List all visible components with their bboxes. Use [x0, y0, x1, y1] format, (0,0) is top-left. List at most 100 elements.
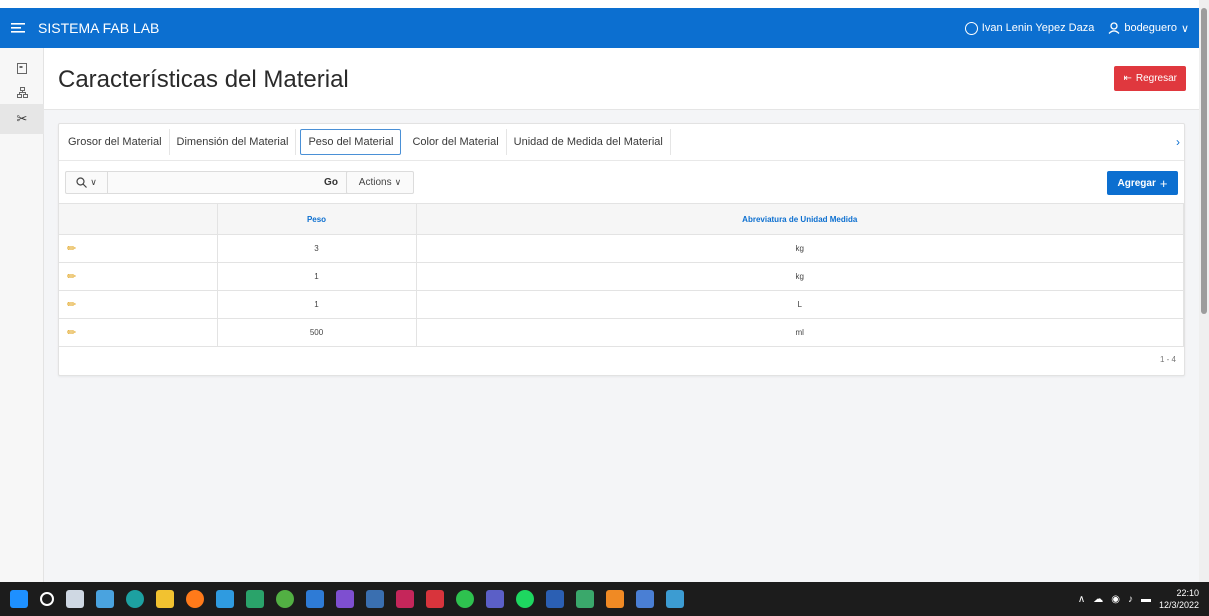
- actions-label: Actions: [358, 177, 392, 188]
- file-explorer-icon[interactable]: [156, 590, 174, 608]
- chevron-down-icon: ∨: [1180, 22, 1189, 35]
- scrollbar-thumb[interactable]: [1201, 8, 1207, 314]
- clock[interactable]: 22:10 12/3/2022: [1159, 587, 1199, 611]
- task-view-icon[interactable]: [66, 590, 84, 608]
- unidad-cell: ml: [416, 318, 1184, 347]
- tab-unidad-medida[interactable]: Unidad de Medida del Material: [507, 129, 671, 155]
- virtualbox-icon[interactable]: [366, 590, 384, 608]
- wifi-icon[interactable]: ◉: [1111, 594, 1120, 605]
- chevron-down-icon: ∨: [90, 177, 97, 187]
- user-full-name[interactable]: Ivan Lenin Yepez Daza: [964, 21, 1095, 35]
- app-red-icon[interactable]: [426, 590, 444, 608]
- table-row: ✏ 1 L: [59, 290, 1184, 319]
- go-button[interactable]: Go: [316, 171, 346, 194]
- actions-menu-button[interactable]: Actions ∨: [346, 171, 414, 194]
- app-icon[interactable]: [246, 590, 264, 608]
- illustrator-icon[interactable]: [396, 590, 414, 608]
- volume-icon[interactable]: ♪: [1128, 594, 1133, 605]
- user-circle-icon: [964, 21, 978, 35]
- vscode-icon[interactable]: [306, 590, 324, 608]
- tab-bar: Grosor del Material Dimensión del Materi…: [59, 124, 1184, 161]
- chevron-right-icon[interactable]: ›: [1176, 135, 1180, 149]
- sidebar-item-network[interactable]: [0, 80, 44, 104]
- username-label: bodeguero: [1124, 22, 1177, 34]
- battery-icon[interactable]: ▬: [1141, 594, 1151, 605]
- table-row: ✏ 500 ml: [59, 318, 1184, 347]
- cloud-icon[interactable]: ☁: [1093, 594, 1103, 605]
- table-row: ✏ 3 kg: [59, 234, 1184, 263]
- user-menu[interactable]: bodeguero ∨: [1108, 22, 1189, 35]
- unidad-cell: kg: [416, 262, 1184, 291]
- page-icon: [17, 62, 27, 74]
- unidad-cell: kg: [416, 234, 1184, 263]
- peso-cell: 1: [217, 290, 417, 319]
- widgets-icon[interactable]: [96, 590, 114, 608]
- pencil-icon[interactable]: ✏: [67, 327, 76, 339]
- peso-cell: 1: [217, 262, 417, 291]
- chevron-up-icon[interactable]: ∧: [1078, 594, 1085, 605]
- column-header-edit: [59, 203, 218, 235]
- os-taskbar: ∧ ☁ ◉ ♪ ▬ 22:10 12/3/2022: [0, 582, 1209, 616]
- word-icon[interactable]: [546, 590, 564, 608]
- plus-icon: +: [1159, 175, 1168, 191]
- edit-cell: ✏: [59, 290, 218, 319]
- mail-icon[interactable]: [216, 590, 234, 608]
- app-title[interactable]: SISTEMA FAB LAB: [38, 20, 159, 36]
- search-icon[interactable]: [40, 592, 54, 606]
- window-top-strip: [0, 0, 1209, 8]
- clock-time: 22:10: [1176, 588, 1199, 598]
- peso-cell: 3: [217, 234, 417, 263]
- peso-cell: 500: [217, 318, 417, 347]
- tab-grosor[interactable]: Grosor del Material: [61, 129, 170, 155]
- teams-icon[interactable]: [486, 590, 504, 608]
- pencil-icon[interactable]: ✏: [67, 243, 76, 255]
- page-scrollbar[interactable]: [1199, 0, 1209, 582]
- unidad-cell: L: [416, 290, 1184, 319]
- column-header-peso[interactable]: Peso: [217, 203, 417, 235]
- edit-cell: ✏: [59, 234, 218, 263]
- add-button[interactable]: Agregar +: [1107, 171, 1178, 195]
- xbox-icon[interactable]: [276, 590, 294, 608]
- system-tray: ∧ ☁ ◉ ♪ ▬ 22:10 12/3/2022: [1078, 582, 1199, 616]
- windows-start-icon[interactable]: [10, 590, 28, 608]
- title-region: Características del Material ⇤ Regresar: [44, 48, 1199, 110]
- visual-studio-icon[interactable]: [336, 590, 354, 608]
- tab-dimension[interactable]: Dimensión del Material: [170, 129, 297, 155]
- edit-cell: ✏: [59, 262, 218, 291]
- chevron-down-icon: ∨: [394, 177, 402, 187]
- search-input[interactable]: [110, 174, 310, 191]
- tab-color[interactable]: Color del Material: [405, 129, 507, 155]
- page-title: Características del Material: [58, 66, 349, 93]
- app-blue-icon[interactable]: [636, 590, 654, 608]
- spotify-icon[interactable]: [516, 590, 534, 608]
- app-green-icon[interactable]: [576, 590, 594, 608]
- tab-peso[interactable]: Peso del Material: [300, 129, 402, 155]
- search-column-selector[interactable]: ∨: [66, 172, 108, 193]
- back-icon: ⇤: [1123, 73, 1132, 84]
- app-header: SISTEMA FAB LAB Ivan Lenin Yepez Daza bo…: [0, 8, 1199, 48]
- app-teal-icon[interactable]: [666, 590, 684, 608]
- add-button-label: Agregar: [1117, 177, 1156, 189]
- hamburger-icon[interactable]: [0, 8, 36, 48]
- sidebar: ✂: [0, 48, 44, 582]
- report-table: Peso Abreviatura de Unidad Medida ✏ 3 kg…: [59, 203, 1184, 347]
- column-header-unidad[interactable]: Abreviatura de Unidad Medida: [416, 203, 1184, 235]
- pencil-icon[interactable]: ✏: [67, 271, 76, 283]
- report-toolbar: ∨ Go Actions ∨ Agregar +: [59, 169, 1184, 197]
- user-full-name-label: Ivan Lenin Yepez Daza: [981, 22, 1095, 34]
- edge-icon[interactable]: [126, 590, 144, 608]
- tools-icon: ✂: [16, 111, 28, 126]
- edit-cell: ✏: [59, 318, 218, 347]
- whatsapp-icon[interactable]: [456, 590, 474, 608]
- firefox-icon[interactable]: [186, 590, 204, 608]
- sidebar-item-tools[interactable]: ✂: [0, 104, 44, 134]
- user-icon: [1108, 22, 1120, 34]
- material-region: Grosor del Material Dimensión del Materi…: [58, 123, 1185, 376]
- table-row: ✏ 1 kg: [59, 262, 1184, 291]
- back-button[interactable]: ⇤ Regresar: [1114, 66, 1186, 91]
- app-orange-icon[interactable]: [606, 590, 624, 608]
- sidebar-item-page[interactable]: [0, 56, 44, 80]
- pencil-icon[interactable]: ✏: [67, 299, 76, 311]
- pagination-info: 1 - 4: [1159, 355, 1176, 364]
- search-icon: [76, 177, 88, 188]
